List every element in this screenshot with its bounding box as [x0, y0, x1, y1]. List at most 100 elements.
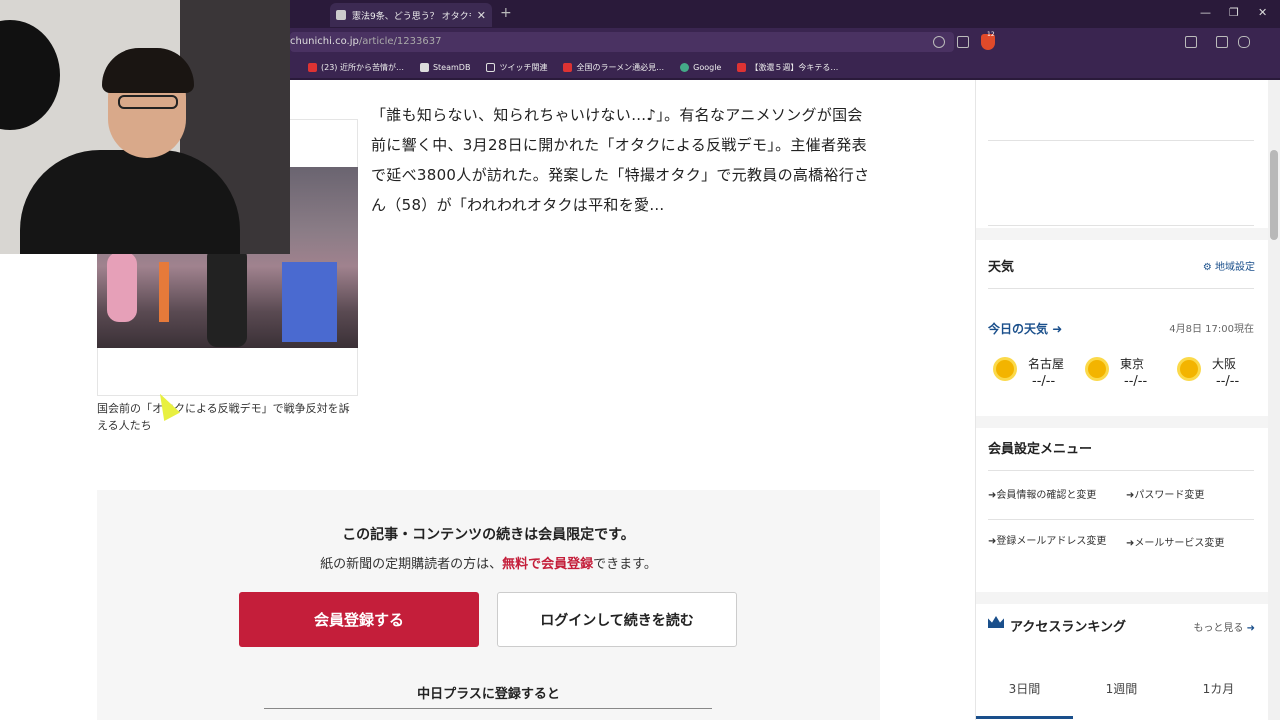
gear-icon: ⚙ — [1202, 262, 1215, 273]
bookmark-item[interactable]: ツイッチ関連 — [486, 62, 547, 73]
divider — [988, 140, 1254, 141]
ranking-heading: アクセスランキング — [1010, 620, 1126, 635]
bookmark-item[interactable]: Google — [680, 62, 722, 72]
tab-close-icon[interactable]: ✕ — [477, 9, 486, 22]
email-change-link[interactable]: ➜登録メールアドレス変更 — [988, 534, 1113, 549]
ranking-header: アクセスランキング もっと見る ➜ — [976, 604, 1269, 666]
paywall-box: この記事・コンテンツの続きは会員限定です。 紙の新聞の定期購読者の方は、無料で会… — [97, 490, 880, 720]
scrollbar-thumb[interactable] — [1270, 150, 1278, 240]
bookmark-item[interactable]: 【激還５週】今キテる… — [737, 62, 838, 73]
webcam-person — [20, 150, 240, 254]
glasses-icon[interactable] — [1238, 36, 1250, 48]
page-scrollbar[interactable] — [1268, 80, 1280, 720]
login-button[interactable]: ログインして続きを読む — [497, 592, 737, 647]
bookmark-label: 全国のラーメン通必見… — [576, 62, 665, 72]
active-tab-indicator — [976, 716, 1073, 719]
free-register-link[interactable]: 無料で会員登録 — [502, 557, 593, 572]
photo-caption: 国会前の「オタクによる反戦デモ」で戦争反対を訴える人たち — [97, 402, 350, 432]
menu-label: メールサービス変更 — [1134, 538, 1225, 549]
member-menu-heading: 会員設定メニュー — [988, 442, 1093, 457]
tab-1week[interactable]: 1週間 — [1073, 680, 1170, 697]
url-host: chunichi.co.jp — [290, 36, 359, 47]
ranking-more-link[interactable]: もっと見る ➜ — [1193, 619, 1255, 634]
arrow-right-icon: ➜ — [1048, 322, 1063, 336]
photo-figure — [159, 262, 169, 322]
paywall-sub-text: 紙の新聞の定期購読者の方は、 — [320, 557, 503, 572]
bookmark-label: Google — [693, 62, 722, 72]
divider — [988, 225, 1254, 226]
divider — [988, 288, 1254, 289]
city-temp: --/-- — [1124, 374, 1148, 389]
weather-heading: 天気 — [988, 260, 1015, 275]
address-bar[interactable]: chunichi.co.jp/article/1233637 — [290, 32, 954, 52]
city-temp: --/-- — [1216, 374, 1240, 389]
youtube-icon — [737, 62, 747, 72]
arrow-right-icon: ➜ — [1243, 623, 1255, 634]
youtube-icon — [308, 62, 317, 72]
sunny-icon — [996, 360, 1014, 378]
city-temp: --/-- — [1032, 374, 1056, 389]
google-icon — [680, 62, 690, 72]
tab-title: 憲法9条、どう思う？ オタクもDJも — [352, 11, 471, 22]
register-button[interactable]: 会員登録する — [239, 592, 479, 647]
tab-1month[interactable]: 1カ月 — [1170, 680, 1267, 697]
reader-mode-icon[interactable] — [957, 36, 969, 48]
sidebar-ad-slot — [976, 80, 1269, 228]
site-favicon-icon — [336, 10, 346, 20]
ranking-more-label: もっと見る — [1193, 623, 1244, 634]
screenshot-icon[interactable] — [1185, 36, 1197, 48]
url-path: /article/1233637 — [358, 36, 442, 47]
bookmark-item[interactable]: SteamDB — [419, 62, 471, 72]
today-weather-label: 今日の天気 — [988, 322, 1049, 336]
screen: 憲法9条、どう思う？ オタクもDJも ✕ + — ❐ ✕ chunichi.co… — [0, 0, 1280, 720]
browser-tab[interactable]: 憲法9条、どう思う？ オタクもDJも ✕ — [330, 3, 492, 27]
mail-service-link[interactable]: ➜メールサービス変更 — [1126, 536, 1256, 551]
divider — [988, 519, 1254, 520]
tab-3days[interactable]: 3日間 — [976, 680, 1073, 697]
photo-figure — [207, 247, 247, 347]
new-tab-icon[interactable]: + — [500, 5, 512, 21]
sidebar-toggle-icon[interactable] — [1216, 36, 1228, 48]
sunny-icon — [1088, 360, 1106, 378]
region-setting-label: 地域設定 — [1215, 262, 1255, 273]
brave-shield-icon[interactable]: 12 — [981, 31, 995, 50]
maximize-icon[interactable]: ❐ — [1229, 6, 1239, 19]
bookmark-label: (23) 近所から苦情が… — [321, 62, 404, 72]
plus-heading: 中日プラスに登録すると — [417, 687, 560, 702]
bookmark-label: ツイッチ関連 — [499, 62, 548, 72]
photo-figure — [107, 252, 137, 322]
city-name: 東京 — [1120, 357, 1145, 371]
password-change-link[interactable]: ➜パスワード変更 — [1126, 488, 1256, 503]
ramen-icon — [563, 62, 573, 72]
ranking-tabs: 3日間 1週間 1カ月 — [976, 666, 1269, 720]
member-info-link[interactable]: ➜会員情報の確認と変更 — [988, 488, 1118, 503]
zoom-icon[interactable] — [933, 36, 945, 48]
paywall-sub-text: できます。 — [593, 557, 657, 572]
city-name: 名古屋 — [1028, 357, 1065, 371]
bookmark-label: SteamDB — [432, 62, 471, 72]
article-body: 「誰も知らない、知られちゃいけない…♪」。有名なアニメソングが国会前に響く中、3… — [371, 106, 870, 214]
steam-icon — [419, 62, 429, 72]
bookmark-label: 【激還５週】今キテる… — [750, 62, 839, 72]
menu-label: パスワード変更 — [1134, 490, 1205, 501]
bookmark-item[interactable]: 全国のラーメン通必見… — [563, 62, 664, 73]
city-name: 大阪 — [1212, 357, 1237, 371]
webcam-lamp — [0, 20, 60, 130]
window-close-icon[interactable]: ✕ — [1258, 6, 1267, 19]
paywall-title: この記事・コンテンツの続きは会員限定です。 — [342, 527, 635, 543]
sidebar: 天気 ⚙ 地域設定 今日の天気 ➜ 4月8日 17:00現在 名古屋 --/--… — [975, 80, 1269, 720]
webcam-person — [118, 95, 178, 109]
divider — [988, 470, 1254, 471]
paywall-subtitle: 紙の新聞の定期購読者の方は、無料で会員登録できます。 — [97, 553, 880, 572]
region-setting-link[interactable]: ⚙ 地域設定 — [1203, 258, 1255, 273]
webcam-overlay — [0, 0, 290, 254]
sunny-icon — [1180, 360, 1198, 378]
bookmark-item[interactable]: (23) 近所から苦情が… — [308, 62, 404, 73]
today-weather-link[interactable]: 今日の天気 ➜ — [988, 320, 1062, 337]
menu-label: 登録メールアドレス変更 — [996, 536, 1107, 547]
shield-badge: 12 — [987, 31, 995, 38]
weather-timestamp: 4月8日 17:00現在 — [1169, 324, 1254, 335]
minimize-icon[interactable]: — — [1200, 6, 1211, 19]
photo-figure — [282, 262, 337, 342]
folder-icon — [486, 62, 496, 72]
